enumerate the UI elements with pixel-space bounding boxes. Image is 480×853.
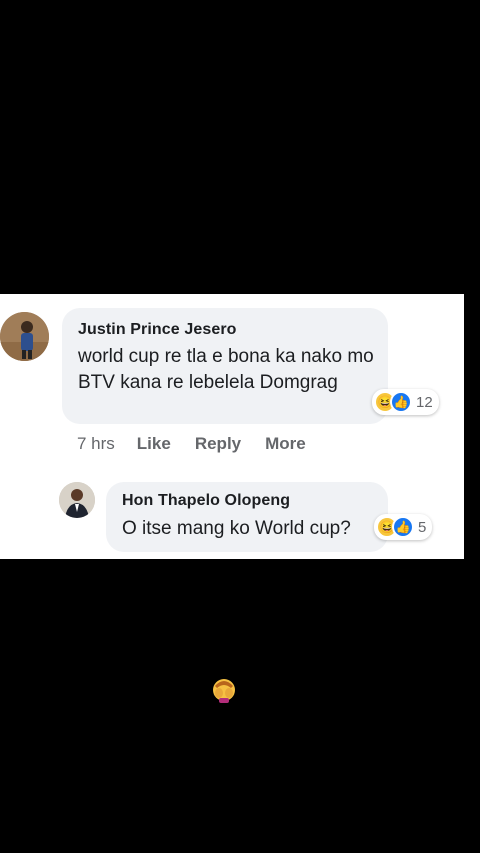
like-button[interactable]: Like	[137, 434, 171, 454]
avatar-photo-icon	[0, 312, 49, 361]
comment-text: world cup re tla e bona ka nako mo BTV k…	[78, 346, 374, 393]
reply-text: O itse mang ko World cup?	[122, 518, 351, 539]
avatar[interactable]	[0, 312, 49, 361]
comment-actions: 7 hrs Like Reply More	[77, 434, 306, 454]
reply-author[interactable]: Hon Thapelo Olopeng	[122, 492, 290, 510]
reply-avatar[interactable]	[59, 482, 95, 518]
comment-card: Justin Prince Jesero world cup re tla e …	[0, 294, 464, 559]
comment-author[interactable]: Justin Prince Jesero	[78, 321, 237, 339]
avatar-photo-icon	[59, 482, 95, 518]
comment-bubble: Justin Prince Jesero world cup re tla e …	[62, 308, 388, 424]
comment-timestamp[interactable]: 7 hrs	[77, 434, 115, 454]
reaction-count: 12	[416, 393, 433, 411]
reply-bubble: Hon Thapelo Olopeng O itse mang ko World…	[106, 482, 388, 552]
more-button[interactable]: More	[265, 434, 306, 454]
like-reaction-icon: 👍	[392, 516, 414, 538]
reaction-count: 5	[418, 518, 427, 536]
reply-reactions[interactable]: 😆 👍 5	[374, 514, 433, 540]
face-palm-emoji-icon	[213, 679, 235, 703]
comment-reactions[interactable]: 😆 👍 12	[372, 389, 439, 415]
like-reaction-icon: 👍	[390, 391, 412, 413]
reply-button[interactable]: Reply	[195, 434, 241, 454]
